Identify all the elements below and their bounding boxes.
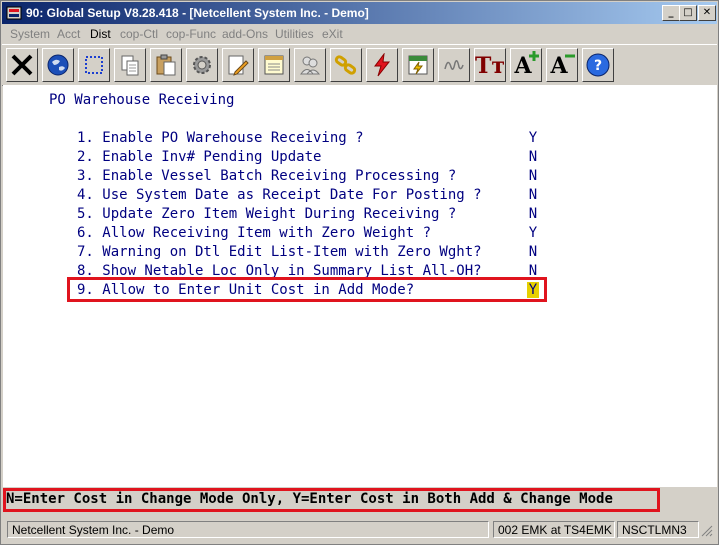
option-3-label: 3. Enable Vessel Batch Receiving Process… bbox=[77, 168, 457, 184]
lightning-tool-button[interactable] bbox=[366, 48, 398, 82]
resize-grip-icon[interactable] bbox=[701, 525, 713, 537]
option-1-label: 1. Enable PO Warehouse Receiving ? bbox=[77, 130, 364, 146]
font-decrease-button[interactable]: A bbox=[546, 48, 578, 82]
status-company: Netcellent System Inc. - Demo bbox=[7, 521, 489, 538]
menu-system[interactable]: System bbox=[10, 27, 50, 41]
status-program-code: NSCTLMN3 bbox=[617, 521, 699, 538]
close-tool-button[interactable] bbox=[6, 48, 38, 82]
help-text: N=Enter Cost in Change Mode Only, Y=Ente… bbox=[6, 491, 613, 507]
globe-icon bbox=[47, 54, 69, 76]
lightning-icon bbox=[374, 53, 391, 77]
help-icon: ? bbox=[586, 53, 610, 77]
maximize-button[interactable]: □ bbox=[679, 5, 697, 21]
signature-tool-button[interactable] bbox=[438, 48, 470, 82]
help-bar: N=Enter Cost in Change Mode Only, Y=Ente… bbox=[3, 488, 717, 512]
option-4-label: 4. Use System Date as Receipt Date For P… bbox=[77, 187, 482, 203]
menu-utilities[interactable]: Utilities bbox=[275, 27, 314, 41]
option-6-value[interactable]: Y bbox=[527, 225, 539, 241]
chain-icon bbox=[334, 55, 357, 75]
edit-icon bbox=[228, 55, 249, 76]
calendar-tool-button[interactable] bbox=[402, 48, 434, 82]
select-icon bbox=[85, 56, 103, 74]
option-5-label: 5. Update Zero Item Weight During Receiv… bbox=[77, 206, 457, 222]
option-2-label: 2. Enable Inv# Pending Update bbox=[77, 149, 322, 165]
toolbar: Tт A A ? bbox=[2, 44, 717, 86]
minus-icon bbox=[565, 54, 575, 58]
font-tool-button[interactable]: Tт bbox=[474, 48, 506, 82]
settings-tool-button[interactable] bbox=[186, 48, 218, 82]
menu-exit[interactable]: eXit bbox=[322, 27, 343, 41]
signature-icon bbox=[444, 60, 464, 70]
plus-icon bbox=[529, 51, 539, 61]
setup-screen: PO Warehouse Receiving 1. Enable PO Ware… bbox=[3, 85, 717, 487]
notes-tool-button[interactable] bbox=[258, 48, 290, 82]
app-icon bbox=[6, 6, 22, 20]
select-tool-button[interactable] bbox=[78, 48, 110, 82]
font-increase-button[interactable]: A bbox=[510, 48, 542, 82]
status-terminal: 002 EMK at TS4EMK bbox=[493, 521, 615, 538]
globe-tool-button[interactable] bbox=[42, 48, 74, 82]
copy-tool-button[interactable] bbox=[114, 48, 146, 82]
menu-bar: System Acct Dist cop-Ctl cop-Func add-On… bbox=[2, 25, 717, 43]
option-5-value[interactable]: N bbox=[527, 206, 539, 222]
paste-tool-button[interactable] bbox=[150, 48, 182, 82]
users-icon bbox=[300, 56, 321, 75]
minimize-button[interactable]: _ bbox=[662, 5, 680, 21]
close-icon bbox=[11, 54, 33, 76]
page-title: PO Warehouse Receiving bbox=[49, 92, 235, 108]
menu-cop-func[interactable]: cop-Func bbox=[166, 27, 216, 41]
option-9-value-input[interactable]: Y bbox=[527, 282, 539, 298]
help-tool-button[interactable]: ? bbox=[582, 48, 614, 82]
notes-icon bbox=[264, 55, 284, 75]
option-6-label: 6. Allow Receiving Item with Zero Weight… bbox=[77, 225, 432, 241]
menu-add-ons[interactable]: add-Ons bbox=[222, 27, 268, 41]
calendar-icon bbox=[408, 55, 428, 75]
option-1-value[interactable]: Y bbox=[527, 130, 539, 146]
edit-tool-button[interactable] bbox=[222, 48, 254, 82]
option-7-label: 7. Warning on Dtl Edit List-Item with Ze… bbox=[77, 244, 482, 260]
chain-tool-button[interactable] bbox=[330, 48, 362, 82]
menu-acct[interactable]: Acct bbox=[57, 27, 80, 41]
status-bar: Netcellent System Inc. - Demo 002 EMK at… bbox=[3, 519, 717, 541]
window-title: 90: Global Setup V8.28.418 - [Netcellent… bbox=[26, 6, 369, 20]
close-button[interactable]: ✕ bbox=[698, 5, 716, 21]
paste-icon bbox=[156, 54, 176, 76]
help-label: ? bbox=[594, 58, 602, 74]
option-4-value[interactable]: N bbox=[527, 187, 539, 203]
title-bar: 90: Global Setup V8.28.418 - [Netcellent… bbox=[2, 2, 717, 24]
option-7-value[interactable]: N bbox=[527, 244, 539, 260]
settings-icon bbox=[193, 56, 211, 74]
menu-cop-ctl[interactable]: cop-Ctl bbox=[120, 27, 158, 41]
option-3-value[interactable]: N bbox=[527, 168, 539, 184]
users-tool-button[interactable] bbox=[294, 48, 326, 82]
app-window: 90: Global Setup V8.28.418 - [Netcellent… bbox=[0, 0, 719, 545]
option-9-label: 9. Allow to Enter Unit Cost in Add Mode? bbox=[77, 282, 415, 298]
copy-icon bbox=[121, 55, 139, 76]
option-2-value[interactable]: N bbox=[527, 149, 539, 165]
font-icon: Tт bbox=[475, 53, 506, 79]
menu-dist[interactable]: Dist bbox=[90, 27, 111, 41]
